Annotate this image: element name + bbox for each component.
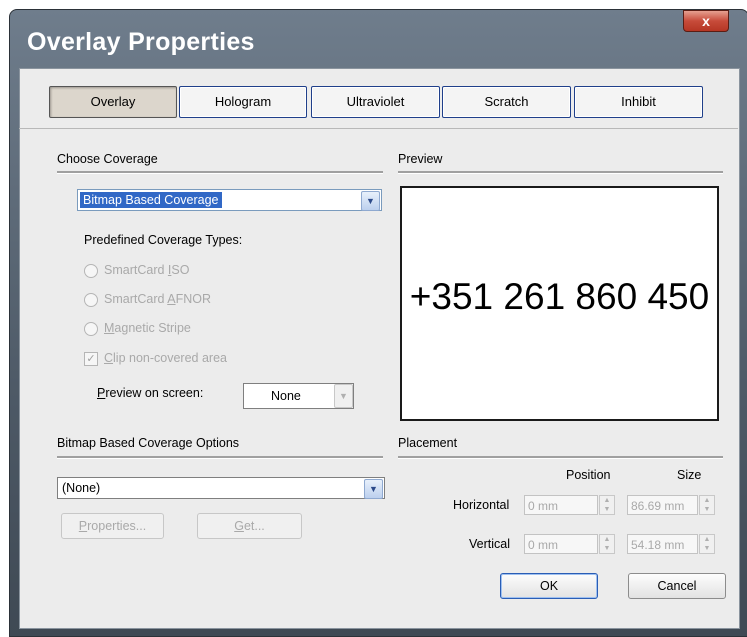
close-button[interactable]: x	[683, 10, 729, 32]
horizontal-size-input[interactable]: 86.69 mm	[627, 495, 698, 515]
divider	[398, 171, 723, 174]
clip-checkbox[interactable]: ✓	[84, 352, 98, 366]
radio-smartcard-afnor[interactable]	[84, 293, 98, 307]
get-button[interactable]: Get...	[197, 513, 302, 539]
vertical-position-stepper[interactable]: ▲ ▼	[599, 534, 615, 554]
preview-header: Preview	[398, 152, 443, 166]
predefined-coverage-label: Predefined Coverage Types:	[84, 233, 243, 247]
tab-label: Overlay	[90, 94, 136, 109]
vertical-position-input[interactable]: 0 mm	[524, 534, 598, 554]
tab-label: Ultraviolet	[346, 94, 405, 109]
preview-on-screen-label: Preview on screen:	[97, 386, 204, 400]
magnetic-stripe-label: Magnetic Stripe	[104, 321, 191, 335]
placement-header: Placement	[398, 436, 458, 450]
horizontal-position-stepper[interactable]: ▲ ▼	[599, 495, 615, 515]
vertical-size-input[interactable]: 54.18 mm	[627, 534, 698, 554]
horizontal-label: Horizontal	[453, 498, 510, 512]
choose-coverage-header: Choose Coverage	[57, 152, 158, 166]
preview-text: +351 261 860 450	[409, 276, 710, 317]
divider	[57, 171, 383, 174]
divider	[398, 456, 723, 459]
radio-magnetic-stripe[interactable]	[84, 322, 98, 336]
smartcard-iso-label: SmartCard ISO	[104, 263, 190, 277]
coverage-type-select[interactable]: Bitmap Based Coverage ▼	[77, 189, 382, 211]
vertical-label: Vertical	[469, 537, 510, 551]
tab-inhibit[interactable]: Inhibit	[574, 86, 703, 118]
close-icon: x	[702, 13, 710, 29]
divider	[57, 456, 383, 459]
bitmap-options-value: (None)	[62, 481, 101, 495]
smartcard-afnor-label: SmartCard AFNOR	[104, 292, 211, 306]
radio-smartcard-iso[interactable]	[84, 264, 98, 278]
tab-ultraviolet[interactable]: Ultraviolet	[311, 86, 440, 118]
chevron-down-icon[interactable]: ▼	[364, 479, 383, 499]
tab-label: Inhibit	[621, 94, 656, 109]
tab-hologram[interactable]: Hologram	[179, 86, 307, 118]
tab-scratch[interactable]: Scratch	[442, 86, 571, 118]
preview-on-screen-value: None	[271, 389, 301, 403]
tab-overlay[interactable]: Overlay	[49, 86, 177, 118]
chevron-down-icon[interactable]: ▼	[334, 384, 353, 408]
bitmap-options-select[interactable]: (None) ▼	[57, 477, 385, 499]
tab-bar: Overlay Hologram Ultraviolet Scratch Inh…	[27, 86, 717, 122]
bitmap-options-header: Bitmap Based Coverage Options	[57, 436, 240, 450]
vertical-size-stepper[interactable]: ▲ ▼	[699, 534, 715, 554]
position-column-label: Position	[566, 468, 611, 482]
tab-divider	[19, 128, 738, 129]
horizontal-position-input[interactable]: 0 mm	[524, 495, 598, 515]
window-title: Overlay Properties	[27, 28, 255, 56]
chevron-down-icon[interactable]: ▼	[361, 191, 380, 211]
properties-button[interactable]: Properties...	[61, 513, 164, 539]
horizontal-size-stepper[interactable]: ▲ ▼	[699, 495, 715, 515]
tab-label: Hologram	[214, 94, 272, 109]
preview-on-screen-select[interactable]: None ▼	[243, 383, 354, 409]
tab-label: Scratch	[484, 94, 529, 109]
coverage-type-value: Bitmap Based Coverage	[80, 192, 222, 208]
ok-button[interactable]: OK	[500, 573, 598, 599]
cancel-button[interactable]: Cancel	[628, 573, 726, 599]
size-column-label: Size	[677, 468, 702, 482]
clip-label: Clip non-covered area	[104, 351, 227, 365]
preview-panel: +351 261 860 450	[400, 186, 719, 421]
